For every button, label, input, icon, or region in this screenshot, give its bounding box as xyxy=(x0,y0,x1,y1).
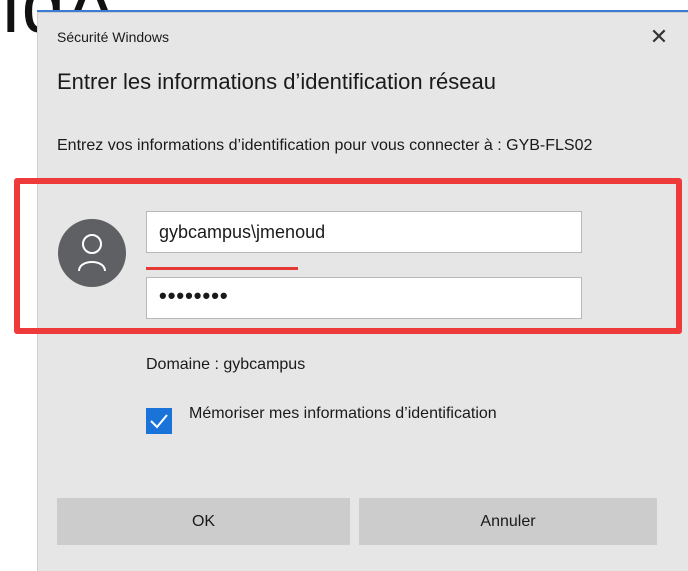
red-highlight-box xyxy=(14,178,682,334)
remember-checkbox[interactable] xyxy=(146,408,172,434)
dialog-subtitle: Entrez vos informations d’identification… xyxy=(57,137,593,154)
dialog-heading: Entrer les informations d’identification… xyxy=(57,69,497,94)
cancel-button[interactable]: Annuler xyxy=(359,498,657,545)
ok-button[interactable]: OK xyxy=(57,498,350,545)
checkmark-icon xyxy=(150,414,168,429)
close-icon[interactable]: ✕ xyxy=(647,25,671,49)
window-title: Sécurité Windows xyxy=(57,29,170,45)
domain-label: Domaine : gybcampus xyxy=(146,356,306,373)
remember-label[interactable]: Mémoriser mes informations d’identificat… xyxy=(189,400,519,427)
